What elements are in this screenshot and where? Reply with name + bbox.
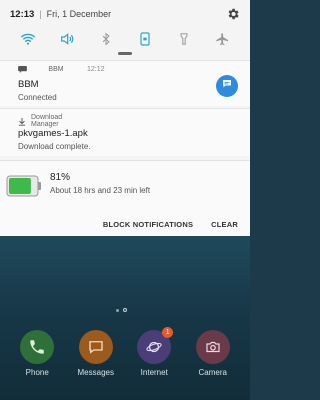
battery-notification[interactable]: 81% About 18 hrs and 23 min left (0, 160, 250, 212)
clock: 12:13 (10, 8, 35, 20)
battery-level-fill (9, 178, 31, 194)
bbm-notification[interactable]: BBM 12:12 BBM Connected (0, 60, 250, 106)
wifi-icon[interactable] (19, 30, 37, 48)
chat-bubble-icon (221, 77, 233, 95)
internet-app[interactable]: 1 Internet (129, 327, 179, 390)
internet-label: Internet (140, 368, 168, 377)
phone-icon[interactable] (20, 330, 55, 364)
phone-app[interactable]: Phone (12, 330, 62, 390)
quick-settings-row (0, 28, 250, 50)
app-dock: Phone Messages 1 Internet Camera (0, 327, 250, 390)
clear-button[interactable]: CLEAR (211, 220, 238, 229)
download-filename: pkvgames-1.apk (18, 128, 88, 139)
download-arrow-icon (18, 117, 27, 126)
download-notification-header: Download Manager (18, 114, 81, 128)
bbm-app-icon (18, 66, 27, 73)
camera-app[interactable]: Camera (188, 330, 238, 390)
download-notification[interactable]: Download Manager pkvgames-1.apk Download… (0, 108, 250, 156)
camera-icon[interactable] (195, 330, 230, 364)
battery-percent: 81% (50, 172, 71, 183)
airplane-icon[interactable] (214, 30, 232, 48)
internet-icon[interactable]: 1 (137, 327, 174, 364)
block-notifications-button[interactable]: BLOCK NOTIFICATIONS (103, 220, 193, 229)
internet-badge: 1 (162, 327, 174, 338)
download-app-name: Download Manager (31, 114, 63, 128)
download-status: Download complete. (18, 142, 91, 151)
phone-label: Phone (25, 368, 49, 377)
home-page-dot (123, 308, 127, 312)
battery-time-left: About 18 hrs and 23 min left (50, 186, 151, 195)
page-dot (116, 308, 119, 312)
date: Fri, 1 December (46, 9, 112, 19)
status-header: 12:13 | Fri, 1 December (0, 0, 250, 28)
bluetooth-icon[interactable] (97, 30, 115, 48)
flashlight-icon[interactable] (175, 30, 193, 48)
messages-label: Messages (77, 368, 114, 377)
camera-label: Camera (198, 368, 227, 377)
bbm-timestamp: 12:12 (87, 66, 105, 73)
messages-icon[interactable] (78, 330, 113, 364)
shade-drag-handle[interactable] (118, 52, 132, 55)
bbm-notification-header: BBM 12:12 (18, 66, 105, 73)
bbm-app-name: BBM (48, 66, 64, 73)
battery-icon (6, 173, 42, 199)
bbm-title: BBM (18, 79, 39, 90)
separator: | (39, 9, 42, 19)
settings-gear-icon[interactable] (226, 7, 240, 21)
volume-icon[interactable] (58, 30, 76, 48)
messages-app[interactable]: Messages (71, 330, 121, 390)
bbm-text: Connected (18, 93, 57, 102)
page-indicator[interactable] (116, 308, 127, 312)
notification-actions: BLOCK NOTIFICATIONS CLEAR (0, 212, 250, 236)
notification-shade: 12:13 | Fri, 1 December BBM 12:12 BBM Co… (0, 0, 250, 236)
screen-rotation-icon[interactable] (136, 30, 154, 48)
bbm-reply-button[interactable] (216, 75, 238, 97)
